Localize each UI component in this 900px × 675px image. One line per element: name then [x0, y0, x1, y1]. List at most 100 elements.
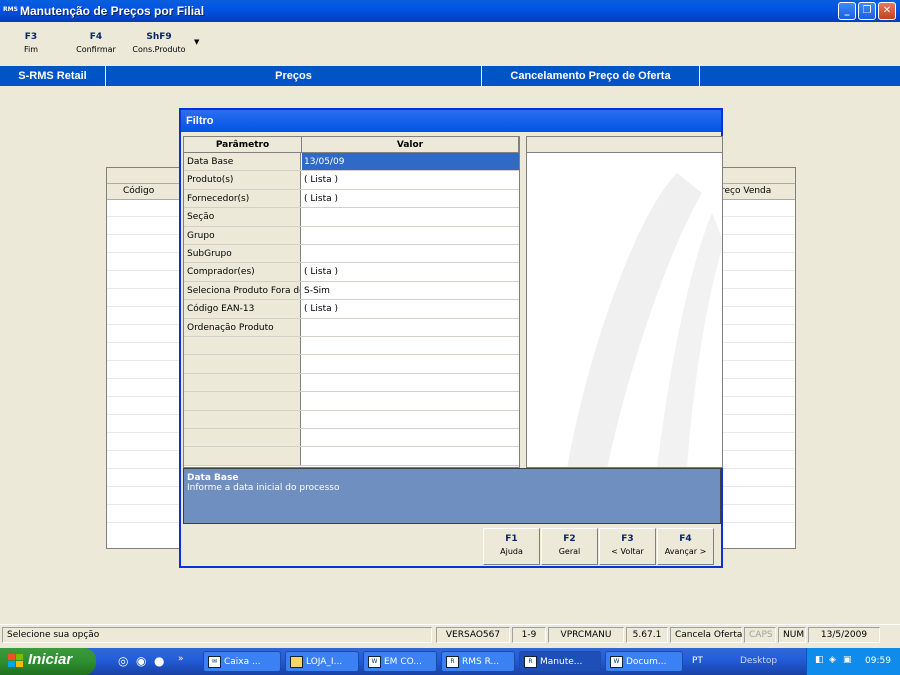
parameter-value[interactable]: S-Sim — [302, 282, 519, 299]
task-manute[interactable]: R Manute... — [519, 651, 601, 672]
parameter-row[interactable]: Grupo — [184, 226, 519, 245]
button-key: F2 — [563, 534, 576, 544]
parameter-name — [184, 447, 301, 465]
strip-module: Preços — [106, 66, 482, 86]
parameter-value[interactable] — [302, 227, 519, 244]
parameter-value[interactable] — [302, 374, 519, 391]
parameter-value[interactable] — [302, 245, 519, 262]
help-title: Data Base — [187, 473, 239, 483]
task-rms[interactable]: R RMS R... — [441, 651, 515, 672]
parameter-table: Parâmetro Valor Data Base 13/05/09 Produto… — [183, 136, 520, 468]
side-panel-header — [527, 137, 722, 153]
strip-app: S-RMS Retail — [0, 66, 106, 86]
parameter-name: SubGrupo — [184, 245, 301, 263]
parameter-row[interactable]: Comprador(es)( Lista ) — [184, 263, 519, 282]
button-label: Avançar > — [664, 547, 707, 556]
parameter-row[interactable] — [184, 373, 519, 393]
parameter-value[interactable]: ( Lista ) — [302, 171, 519, 188]
folder-icon — [290, 656, 303, 668]
toolbar-button-fim[interactable]: F3 Fim — [20, 32, 42, 54]
toolbar-key: ShF9 — [146, 32, 172, 42]
start-button[interactable]: Iniciar — [0, 648, 96, 675]
button-label: < Voltar — [611, 547, 644, 556]
parameter-name: Data Base — [184, 153, 301, 171]
close-button[interactable]: ✕ — [878, 2, 896, 20]
status-build: 5.67.1 — [626, 627, 668, 643]
language-indicator[interactable]: PT — [692, 656, 703, 666]
parameter-name: Grupo — [184, 226, 301, 244]
status-num: NUM — [778, 627, 806, 643]
parameter-row[interactable]: Produto(s)( Lista ) — [184, 171, 519, 190]
strip-function: Cancelamento Preço de Oferta — [482, 66, 700, 86]
media-icon[interactable]: ● — [154, 654, 164, 668]
parameter-row[interactable] — [184, 392, 519, 411]
parameter-row[interactable]: Ordenação Produto — [184, 318, 519, 337]
desktop-toolbar[interactable]: Desktop — [740, 656, 777, 666]
button-key: F4 — [679, 534, 692, 544]
parameter-value[interactable]: ( Lista ) — [302, 190, 519, 207]
toolbar-label: Confirmar — [76, 45, 116, 54]
parameter-name: Comprador(es) — [184, 263, 301, 281]
button-key: F3 — [621, 534, 634, 544]
voltar-button[interactable]: F3 < Voltar — [599, 528, 656, 565]
chevron-right-icon[interactable]: » — [178, 654, 184, 664]
grid-col-codigo: Código — [123, 186, 155, 196]
parameter-row[interactable] — [184, 447, 519, 466]
parameter-value[interactable]: ( Lista ) — [302, 300, 519, 317]
task-em-co[interactable]: W EM CO... — [363, 651, 437, 672]
restore-button[interactable]: ❐ — [858, 2, 876, 20]
avancar-button[interactable]: F4 Avançar > — [657, 528, 714, 565]
parameter-row[interactable]: SubGrupo — [184, 245, 519, 264]
help-box: Data Base Informe a data inicial do proc… — [183, 468, 721, 524]
parameter-row[interactable]: Fornecedor(s)( Lista ) — [184, 189, 519, 209]
chevron-down-icon[interactable]: ▼ — [194, 38, 199, 46]
parameter-value[interactable] — [302, 208, 519, 225]
col-valor: Valor — [302, 137, 519, 153]
task-loja[interactable]: LOJA_I... — [285, 651, 359, 672]
side-panel — [526, 136, 723, 468]
grid-col-preco-venda: reço Venda — [721, 186, 772, 196]
parameter-value[interactable] — [302, 447, 519, 464]
volume-icon[interactable]: ◈ — [829, 655, 836, 665]
parameter-value[interactable]: 13/05/09 — [302, 153, 519, 171]
parameter-value[interactable] — [302, 319, 519, 336]
task-docum[interactable]: W Docum... — [605, 651, 683, 672]
ajuda-button[interactable]: F1 Ajuda — [483, 528, 540, 565]
task-caixa[interactable]: ✉ Caixa ... — [203, 651, 281, 672]
filter-dialog: Filtro Parâmetro Valor Data Base 13/05/09… — [179, 108, 723, 568]
parameter-value[interactable]: ( Lista ) — [302, 263, 519, 280]
parameter-name — [184, 429, 301, 447]
toolbar-button-cons-produto[interactable]: ShF9 Cons.Produto — [128, 32, 190, 54]
minimize-button[interactable]: _ — [838, 2, 856, 20]
status-bar: Selecione sua opção VERSAO567 1-9 VPRCMA… — [0, 624, 900, 644]
parameter-value[interactable] — [302, 429, 519, 446]
browser-icon[interactable]: ◉ — [136, 654, 146, 668]
network-icon[interactable]: ◧ — [815, 655, 824, 665]
ie-icon[interactable]: ◎ — [118, 654, 128, 668]
toolbar-button-confirmar[interactable]: F4 Confirmar — [73, 32, 119, 54]
parameter-value[interactable] — [302, 411, 519, 428]
context-strip: S-RMS Retail Preços Cancelamento Preço d… — [0, 66, 900, 86]
parameter-name: Código EAN-13 — [184, 300, 301, 318]
parameter-table-header: Parâmetro Valor — [184, 137, 519, 153]
parameter-row[interactable] — [184, 355, 519, 374]
parameter-name — [184, 392, 301, 410]
toolbar-key: F3 — [24, 32, 38, 42]
parameter-row[interactable]: Data Base 13/05/09 — [184, 153, 519, 172]
status-message: Selecione sua opção — [2, 627, 432, 643]
parameter-row[interactable] — [184, 410, 519, 429]
parameter-row[interactable]: Código EAN-13( Lista ) — [184, 300, 519, 319]
parameter-value[interactable] — [302, 355, 519, 372]
task-label: Docum... — [626, 657, 667, 667]
status-date: 13/5/2009 — [808, 627, 880, 643]
parameter-row[interactable] — [184, 429, 519, 448]
parameter-value[interactable] — [302, 392, 519, 409]
geral-button[interactable]: F2 Geral — [541, 528, 598, 565]
parameter-name: Seção — [184, 208, 301, 226]
parameter-row[interactable] — [184, 337, 519, 356]
window-title: Manutenção de Preços por Filial — [20, 4, 205, 18]
security-icon[interactable]: ▣ — [843, 655, 852, 665]
parameter-row[interactable]: Seleciona Produto Fora de S-Sim — [184, 281, 519, 301]
parameter-row[interactable]: Seção — [184, 208, 519, 227]
parameter-value[interactable] — [302, 337, 519, 354]
